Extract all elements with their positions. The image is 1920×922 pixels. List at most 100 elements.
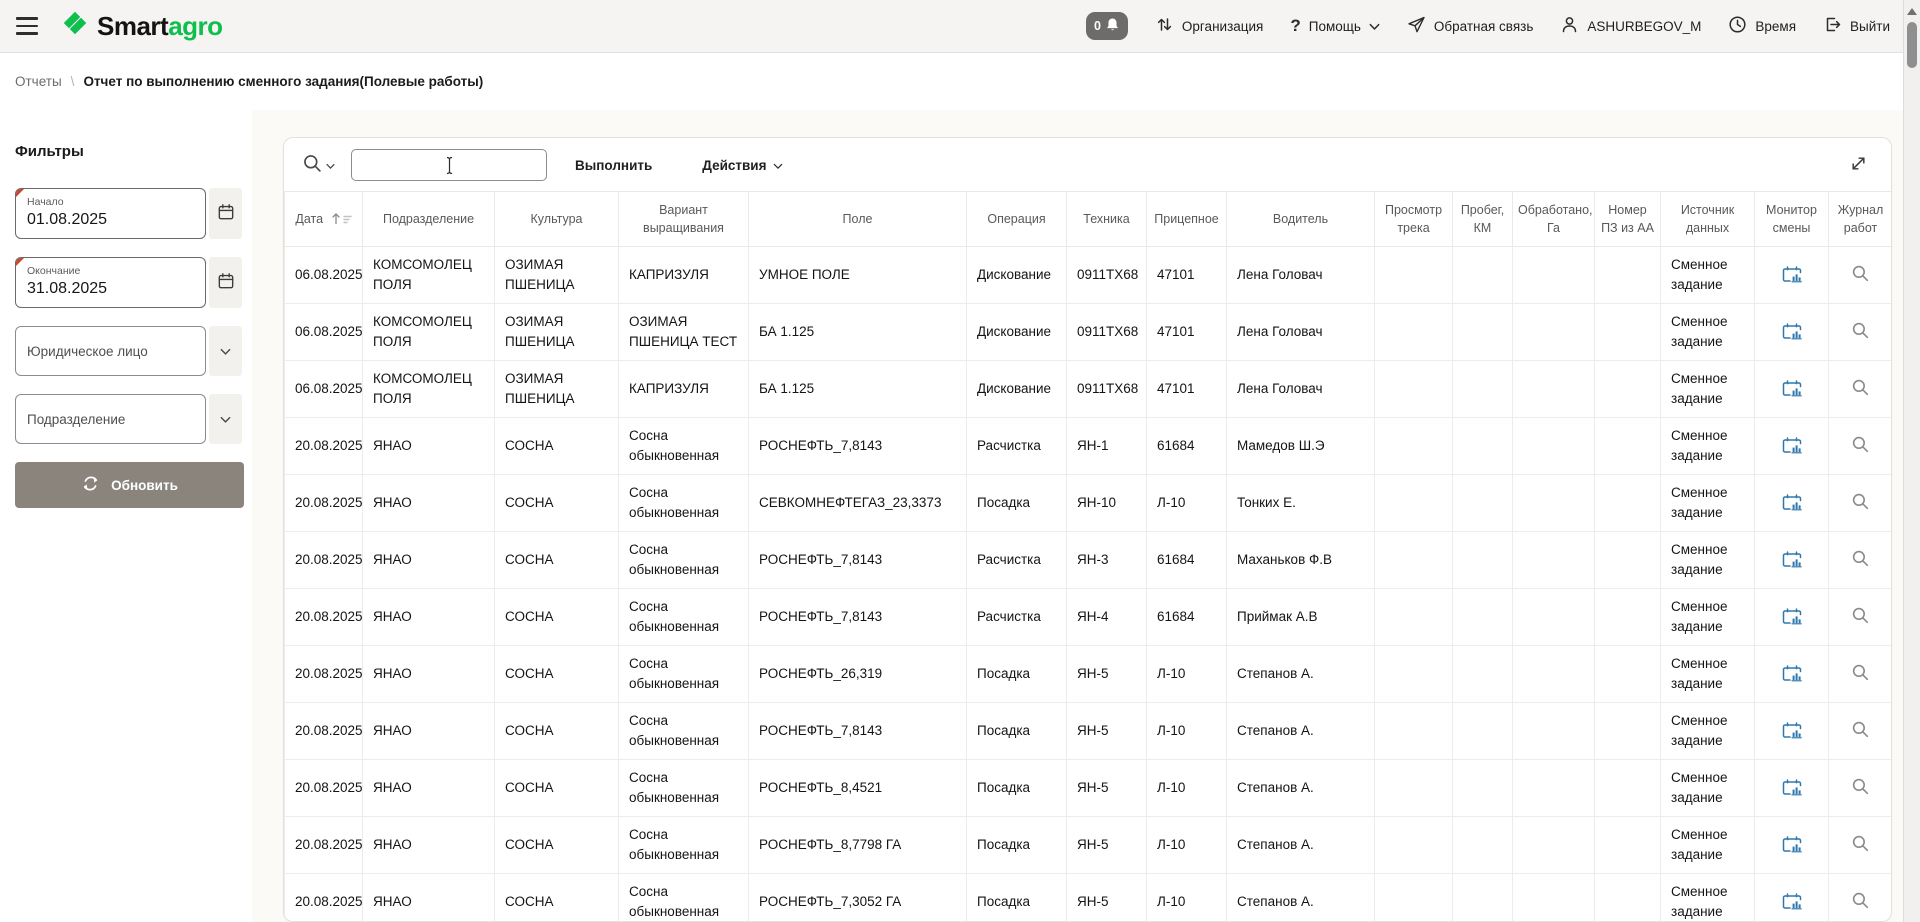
cell-driver: Маханьков Ф.В — [1227, 532, 1375, 589]
shift-monitor-calendar-chart-icon[interactable] — [1775, 602, 1809, 633]
shift-monitor-calendar-chart-icon[interactable] — [1775, 887, 1809, 918]
division-select[interactable]: Подразделение — [15, 394, 206, 444]
cell-mileage-km — [1453, 646, 1513, 703]
work-journal-magnifier-icon[interactable] — [1845, 317, 1876, 347]
feedback-button[interactable]: Обратная связь — [1407, 15, 1533, 37]
cell-driver: Лена Головач — [1227, 304, 1375, 361]
page-scrollbar[interactable] — [1903, 0, 1920, 922]
scrollbar-thumb[interactable] — [1907, 22, 1917, 68]
cell-culture: ОЗИМАЯ ПШЕНИЦА — [495, 304, 619, 361]
help-menu-button[interactable]: ? Помощь — [1290, 16, 1380, 36]
column-header-trailer[interactable]: Прицепное — [1147, 192, 1227, 247]
logo-diamond-icon — [60, 8, 90, 45]
work-journal-magnifier-icon[interactable] — [1845, 602, 1876, 632]
column-header-data-source[interactable]: Источник данных — [1661, 192, 1755, 247]
column-header-processed-ha[interactable]: Обработано, Га — [1513, 192, 1595, 247]
column-header-operation[interactable]: Операция — [967, 192, 1067, 247]
user-menu-button[interactable]: ASHURBEGOV_M — [1560, 15, 1701, 37]
work-journal-magnifier-icon[interactable] — [1845, 773, 1876, 803]
end-date-label: Окончание — [27, 265, 194, 277]
breadcrumb-reports-link[interactable]: Отчеты — [15, 74, 62, 89]
column-header-field[interactable]: Поле — [749, 192, 967, 247]
organization-button[interactable]: Организация — [1155, 15, 1263, 37]
work-journal-magnifier-icon[interactable] — [1845, 488, 1876, 518]
maximize-icon[interactable] — [1846, 151, 1871, 179]
logout-button[interactable]: Выйти — [1823, 15, 1890, 37]
shift-monitor-calendar-chart-icon[interactable] — [1775, 431, 1809, 462]
end-date-picker-button[interactable] — [209, 257, 242, 308]
work-journal-magnifier-icon[interactable] — [1845, 545, 1876, 575]
cell-trailer: Л-10 — [1147, 817, 1227, 874]
division-chevron-button[interactable] — [209, 394, 242, 444]
execute-button[interactable]: Выполнить — [563, 152, 664, 179]
shift-monitor-calendar-chart-icon[interactable] — [1775, 659, 1809, 690]
column-header-culture[interactable]: Культура — [495, 192, 619, 247]
time-button[interactable]: Время — [1728, 15, 1796, 37]
column-header-track-view[interactable]: Просмотр трека — [1375, 192, 1453, 247]
search-input[interactable] — [351, 149, 547, 181]
work-journal-magnifier-icon[interactable] — [1845, 431, 1876, 461]
cell-driver: Степанов А. — [1227, 874, 1375, 922]
cell-trailer: Л-10 — [1147, 475, 1227, 532]
actions-menu-button[interactable]: Действия — [702, 158, 783, 173]
start-date-picker-button[interactable] — [209, 188, 242, 239]
cell-work-journal — [1829, 532, 1893, 589]
table-row: 20.08.2025ЯНАОСОСНАСосна обыкновеннаяРОС… — [285, 817, 1893, 874]
cell-culture: СОСНА — [495, 532, 619, 589]
legal-entity-chevron-button[interactable] — [209, 326, 242, 376]
column-header-mileage-km[interactable]: Пробег, КМ — [1453, 192, 1513, 247]
table-row: 20.08.2025ЯНАОСОСНАСосна обыкновеннаяРОС… — [285, 589, 1893, 646]
shift-monitor-calendar-chart-icon[interactable] — [1775, 830, 1809, 861]
cell-driver: Приймак А.В — [1227, 589, 1375, 646]
cell-processed-ha — [1513, 817, 1595, 874]
column-header-aa-order-number[interactable]: Номер ПЗ из АА — [1595, 192, 1661, 247]
shift-monitor-calendar-chart-icon[interactable] — [1775, 260, 1809, 291]
cell-shift-monitor — [1755, 247, 1829, 304]
column-header-date[interactable]: Дата — [285, 192, 363, 247]
shift-monitor-calendar-chart-icon[interactable] — [1775, 545, 1809, 576]
refresh-label: Обновить — [111, 478, 178, 493]
work-journal-magnifier-icon[interactable] — [1845, 374, 1876, 404]
cell-work-journal — [1829, 646, 1893, 703]
division-placeholder: Подразделение — [27, 412, 125, 427]
work-journal-magnifier-icon[interactable] — [1845, 260, 1876, 290]
hamburger-menu-icon[interactable] — [14, 16, 40, 36]
shift-monitor-calendar-chart-icon[interactable] — [1775, 374, 1809, 405]
column-header-equipment[interactable]: Техника — [1067, 192, 1147, 247]
work-journal-magnifier-icon[interactable] — [1845, 659, 1876, 689]
end-date-field[interactable]: Окончание 31.08.2025 — [15, 257, 206, 308]
cell-trailer: 47101 — [1147, 304, 1227, 361]
shift-monitor-calendar-chart-icon[interactable] — [1775, 716, 1809, 747]
start-date-field[interactable]: Начало 01.08.2025 — [15, 188, 206, 239]
column-header-division[interactable]: Подразделение — [363, 192, 495, 247]
cell-processed-ha — [1513, 361, 1595, 418]
refresh-button[interactable]: Обновить — [15, 462, 244, 508]
cell-division: КОМСОМОЛЕЦ ПОЛЯ — [363, 361, 495, 418]
cell-equipment: ЯН-5 — [1067, 874, 1147, 922]
app-logo[interactable]: Smartagro — [60, 8, 223, 45]
column-header-driver[interactable]: Водитель — [1227, 192, 1375, 247]
shift-monitor-calendar-chart-icon[interactable] — [1775, 488, 1809, 519]
legal-entity-placeholder: Юридическое лицо — [27, 344, 148, 359]
cell-driver: Тонких Е. — [1227, 475, 1375, 532]
work-journal-magnifier-icon[interactable] — [1845, 716, 1876, 746]
search-options-button[interactable] — [302, 153, 335, 177]
shift-monitor-calendar-chart-icon[interactable] — [1775, 317, 1809, 348]
work-journal-magnifier-icon[interactable] — [1845, 830, 1876, 860]
shift-monitor-calendar-chart-icon[interactable] — [1775, 773, 1809, 804]
cell-aa-order-number — [1595, 304, 1661, 361]
column-header-variant[interactable]: Вариант выращивания — [619, 192, 749, 247]
scrollbar-up-arrow-icon[interactable] — [1907, 8, 1917, 15]
notifications-button[interactable]: 0 — [1086, 12, 1128, 40]
column-header-shift-monitor[interactable]: Монитор смены — [1755, 192, 1829, 247]
work-journal-magnifier-icon[interactable] — [1845, 887, 1876, 917]
cell-driver: Степанов А. — [1227, 646, 1375, 703]
legal-entity-select[interactable]: Юридическое лицо — [15, 326, 206, 376]
notification-count: 0 — [1094, 19, 1101, 33]
cell-track-view — [1375, 760, 1453, 817]
sort-ascending-icon — [331, 211, 352, 225]
logo-text-smart: Smart — [97, 11, 168, 41]
bell-icon — [1105, 17, 1120, 35]
cell-operation: Посадка — [967, 874, 1067, 922]
column-header-work-journal[interactable]: Журнал работ — [1829, 192, 1893, 247]
